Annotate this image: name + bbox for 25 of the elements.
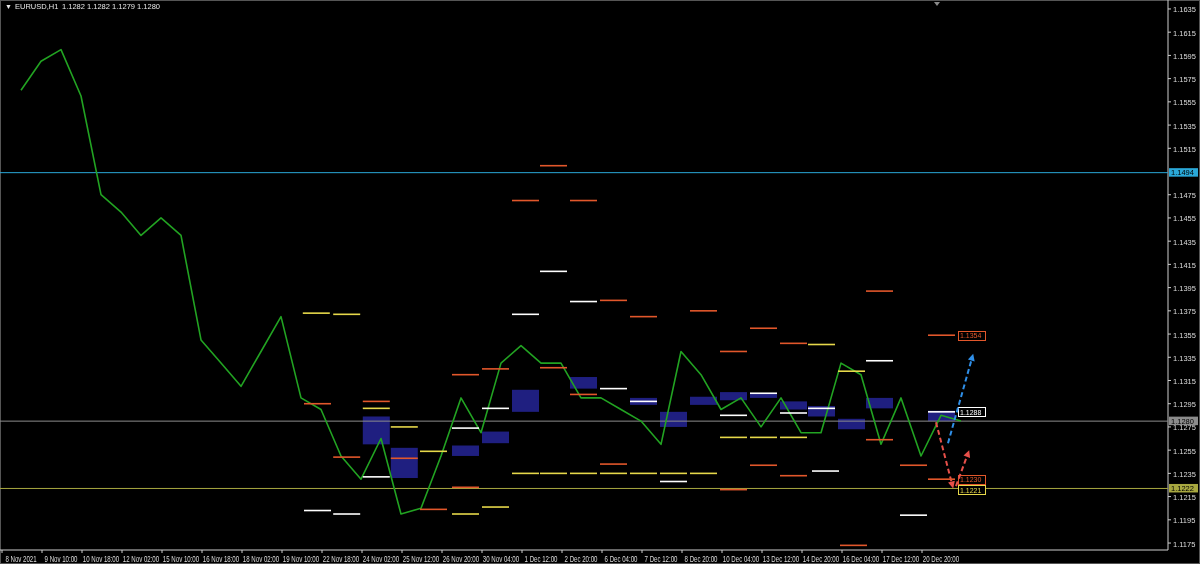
time-axis-label: 20 Dec 20:00 bbox=[922, 553, 960, 564]
time-axis-label: 22 Nov 18:00 bbox=[322, 553, 360, 564]
shift-marker-icon[interactable] bbox=[934, 2, 940, 6]
time-axis-label: 24 Nov 02:00 bbox=[362, 553, 400, 564]
time-axis-label: 8 Dec 20:00 bbox=[684, 553, 718, 564]
time-axis-label: 10 Nov 18:00 bbox=[82, 553, 120, 564]
time-axis-label: 8 Nov 2021 bbox=[5, 553, 37, 564]
time-axis-label: 12 Nov 02:00 bbox=[122, 553, 160, 564]
time-axis-label: 1 Dec 12:00 bbox=[524, 553, 558, 564]
time-axis-label: 18 Nov 02:00 bbox=[242, 553, 280, 564]
time-axis-label: 15 Nov 10:00 bbox=[162, 553, 200, 564]
time-axis-label: 17 Dec 12:00 bbox=[882, 553, 920, 564]
time-axis-label: 7 Dec 12:00 bbox=[644, 553, 678, 564]
time-axis-label: 2 Dec 20:00 bbox=[564, 553, 598, 564]
time-axis-label: 25 Nov 12:00 bbox=[402, 553, 440, 564]
time-axis-label: 9 Nov 10:00 bbox=[44, 553, 78, 564]
time-axis-label: 19 Nov 10:00 bbox=[282, 553, 320, 564]
time-axis-label: 30 Nov 04:00 bbox=[482, 553, 520, 564]
time-axis-label: 13 Dec 12:00 bbox=[762, 553, 800, 564]
time-axis-label: 16 Nov 18:00 bbox=[202, 553, 240, 564]
time-axis-label: 16 Dec 04:00 bbox=[842, 553, 880, 564]
time-axis-label: 10 Dec 04:00 bbox=[722, 553, 760, 564]
time-axis-label: 26 Nov 20:00 bbox=[442, 553, 480, 564]
time-axis-label: 14 Dec 20:00 bbox=[802, 553, 840, 564]
time-axis-label: 6 Dec 04:00 bbox=[604, 553, 638, 564]
